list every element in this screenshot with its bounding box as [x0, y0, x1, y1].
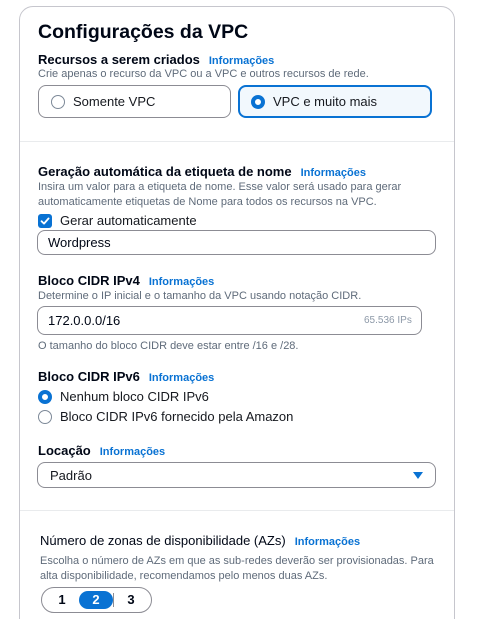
ipv6-info-link[interactable]: Informações [149, 372, 214, 384]
tenancy-selected-value: Padrão [50, 467, 92, 483]
azs-label: Número de zonas de disponibilidade (AZs) [40, 533, 286, 548]
vpc-settings-panel: Configurações da VPC Recursos a serem cr… [19, 6, 455, 619]
ipv6-none-label: Nenhum bloco CIDR IPv6 [60, 389, 209, 404]
vpc-and-more-label: VPC e muito mais [273, 94, 378, 109]
azs-option-1[interactable]: 1 [45, 591, 79, 609]
tenancy-label: Locação [38, 443, 91, 458]
resources-description: Crie apenas o recurso da VPC ou a VPC e … [38, 68, 369, 80]
ipv6-none-option[interactable]: Nenhum bloco CIDR IPv6 [38, 389, 209, 404]
ipv6-amazon-option[interactable]: Bloco CIDR IPv6 fornecido pela Amazon [38, 409, 293, 424]
azs-description-line: Escolha o número de AZs em que as sub-re… [40, 555, 434, 567]
name-tag-label: Geração automática da etiqueta de nome [38, 164, 292, 179]
ipv4-size-hint: 65.536 IPs [364, 315, 412, 326]
resources-info-link[interactable]: Informações [209, 55, 274, 67]
vpc-only-radio-icon [51, 94, 65, 109]
azs-description-line: alta disponibilidade, recomendamos pelo … [40, 569, 328, 582]
section-divider [20, 510, 454, 511]
tenancy-field-label: Locação Informações [38, 443, 165, 458]
caret-down-icon [413, 472, 423, 479]
azs-description: Escolha o número de AZs em que as sub-re… [40, 554, 434, 583]
auto-generate-label: Gerar automaticamente [60, 213, 197, 228]
name-tag-field-label: Geração automática da etiqueta de nome In… [38, 164, 366, 179]
resources-label: Recursos a serem criados [38, 52, 200, 67]
ipv4-label: Bloco CIDR IPv4 [38, 273, 140, 288]
ipv6-amazon-radio-icon [38, 409, 52, 424]
ipv4-field-label: Bloco CIDR IPv4 Informações [38, 273, 214, 288]
azs-info-link[interactable]: Informações [295, 536, 360, 548]
ipv6-field-label: Bloco CIDR IPv6 Informações [38, 369, 214, 384]
vpc-only-label: Somente VPC [73, 94, 156, 109]
checkbox-checked-icon [38, 213, 52, 228]
ipv6-none-radio-icon [38, 389, 52, 404]
ipv6-label: Bloco CIDR IPv6 [38, 369, 140, 384]
tenancy-info-link[interactable]: Informações [100, 446, 165, 458]
azs-field-label: Número de zonas de disponibilidade (AZs)… [40, 533, 360, 548]
section-divider [20, 141, 454, 142]
auto-generate-checkbox[interactable]: Gerar automaticamente [38, 213, 197, 228]
ipv6-amazon-label: Bloco CIDR IPv6 fornecido pela Amazon [60, 409, 294, 424]
vpc-and-more-radio-icon [251, 94, 265, 109]
name-tag-description-line: automaticamente etiquetas de Nome para t… [38, 195, 377, 208]
azs-segmented-control: 1 2 3 [41, 587, 152, 613]
name-tag-info-link[interactable]: Informações [301, 167, 366, 179]
azs-option-3[interactable]: 3 [114, 591, 148, 609]
vpc-only-tile[interactable]: Somente VPC [38, 85, 231, 118]
ipv4-description: Determine o IP inicial e o tamanho da VP… [38, 290, 362, 302]
name-tag-description: Insira um valor para a etiqueta de nome.… [38, 180, 401, 209]
vpc-and-more-tile[interactable]: VPC e muito mais [238, 85, 432, 118]
name-tag-input[interactable] [37, 230, 436, 255]
resources-field-label: Recursos a serem criados Informações [38, 52, 274, 67]
ipv4-constraint-text: O tamanho do bloco CIDR deve estar entre… [38, 340, 299, 352]
azs-option-2[interactable]: 2 [79, 591, 113, 609]
ipv4-info-link[interactable]: Informações [149, 276, 214, 288]
panel-title: Configurações da VPC [38, 21, 249, 43]
tenancy-select[interactable]: Padrão [37, 462, 436, 488]
name-tag-description-line: Insira um valor para a etiqueta de nome.… [38, 181, 402, 193]
